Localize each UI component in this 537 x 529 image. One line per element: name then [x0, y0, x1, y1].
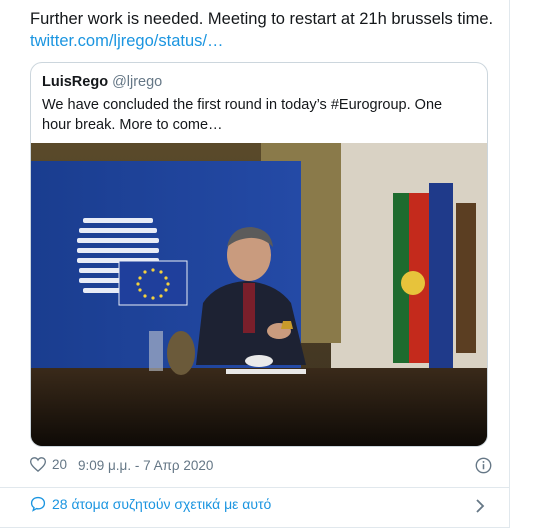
like-count: 20	[52, 457, 68, 472]
quoted-tweet-photo[interactable]	[31, 143, 487, 446]
footer-divider	[0, 487, 509, 488]
photo-papers	[226, 369, 306, 374]
embedded-tweet-card: Further work is needed. Meeting to resta…	[0, 0, 510, 528]
tweet-timestamp[interactable]: 9:09 μ.μ. - 7 Απρ 2020	[78, 458, 213, 473]
tweet-text: Further work is needed. Meeting to resta…	[30, 10, 494, 28]
info-icon[interactable]	[475, 457, 492, 474]
photo-table	[31, 368, 487, 446]
quoted-tweet[interactable]: LuisRego @ljrego We have concluded the fi…	[30, 62, 488, 447]
conversation-link[interactable]: 28 άτομα συζητούν σχετικά με αυτό	[30, 496, 271, 512]
photo-chair	[167, 331, 195, 375]
quoted-author-name[interactable]: LuisRego	[42, 74, 108, 90]
speech-bubble-icon	[30, 496, 46, 512]
heart-icon	[30, 457, 46, 472]
photo-glass	[149, 331, 163, 371]
conversation-text: 28 άτομα συζητούν σχετικά με αυτό	[52, 496, 272, 512]
like-button[interactable]: 20	[30, 457, 67, 472]
quoted-author-handle[interactable]: @ljrego	[112, 74, 162, 90]
chevron-right-icon[interactable]	[474, 498, 486, 514]
quoted-tweet-header: LuisRego @ljrego	[42, 73, 162, 91]
tweet-link[interactable]: twitter.com/ljrego/status/…	[30, 30, 223, 52]
tweet-footer: 20 9:09 μ.μ. - 7 Απρ 2020	[30, 457, 492, 477]
flags	[393, 183, 476, 368]
quoted-tweet-text: We have concluded the first round in tod…	[42, 97, 443, 133]
